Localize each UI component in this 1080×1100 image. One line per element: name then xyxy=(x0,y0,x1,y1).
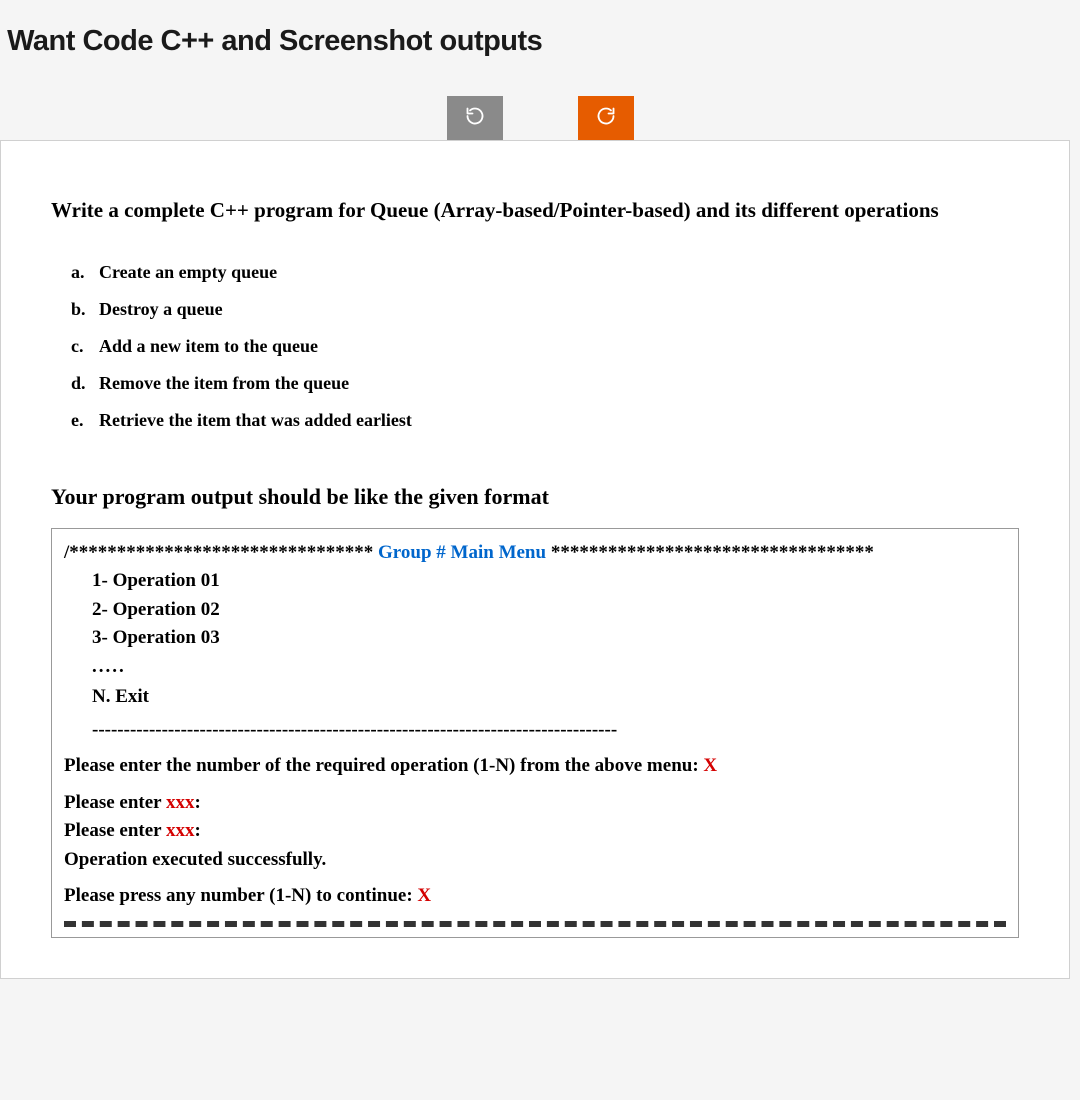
prompt-main-text: Please enter the number of the required … xyxy=(64,755,703,776)
continue-x: X xyxy=(417,885,431,906)
bottom-dash-separator xyxy=(64,921,1006,927)
list-marker: b. xyxy=(71,291,99,328)
prompt-main-x: X xyxy=(703,755,717,776)
output-box: /******************************** Group … xyxy=(51,528,1019,938)
list-marker: c. xyxy=(71,328,99,365)
list-item: c.Add a new item to the queue xyxy=(71,328,1019,365)
stars-right: ********************************** xyxy=(551,542,874,563)
operations-list: a.Create an empty queue b.Destroy a queu… xyxy=(71,254,1019,438)
list-item: d.Remove the item from the queue xyxy=(71,365,1019,402)
enter-post: : xyxy=(195,792,201,813)
list-item: a.Create an empty queue xyxy=(71,254,1019,291)
enter-pre: Please enter xyxy=(64,792,166,813)
dash-separator: ----------------------------------------… xyxy=(92,716,1006,745)
list-item: b.Destroy a queue xyxy=(71,291,1019,328)
enter-post: : xyxy=(195,820,201,841)
redo-icon xyxy=(596,106,616,131)
enter-line-2: Please enter xxx: xyxy=(64,817,1006,846)
output-format-heading: Your program output should be like the g… xyxy=(51,484,1019,510)
exit-line: N. Exit xyxy=(92,683,1006,712)
menu-item: 1- Operation 01 xyxy=(92,567,1006,596)
list-marker: e. xyxy=(71,402,99,439)
list-item-label: Destroy a queue xyxy=(99,299,223,319)
success-line: Operation executed successfully. xyxy=(64,846,1006,875)
enter-line-1: Please enter xxx: xyxy=(64,789,1006,818)
instruction-text: Write a complete C++ program for Queue (… xyxy=(51,196,1019,224)
menu-header-line: /******************************** Group … xyxy=(64,539,1006,568)
prompt-main: Please enter the number of the required … xyxy=(64,752,1006,781)
list-item-label: Create an empty queue xyxy=(99,262,277,282)
continue-pre: Please press any number (1-N) to continu… xyxy=(64,885,417,906)
list-item-label: Add a new item to the queue xyxy=(99,336,318,356)
enter-pre: Please enter xyxy=(64,820,166,841)
stars-left: /******************************** xyxy=(64,542,373,563)
menu-item: 3- Operation 03 xyxy=(92,624,1006,653)
list-item-label: Retrieve the item that was added earlies… xyxy=(99,410,412,430)
menu-title: Group # Main Menu xyxy=(373,542,551,563)
list-marker: d. xyxy=(71,365,99,402)
undo-icon xyxy=(465,106,485,131)
undo-button[interactable] xyxy=(447,96,503,140)
menu-item: 2- Operation 02 xyxy=(92,596,1006,625)
page-title: I Want Code C++ and Screenshot outputs xyxy=(0,0,1080,78)
enter-xxx: xxx xyxy=(166,792,195,813)
list-marker: a. xyxy=(71,254,99,291)
list-item: e.Retrieve the item that was added earli… xyxy=(71,402,1019,439)
redo-button[interactable] xyxy=(578,96,634,140)
continue-line: Please press any number (1-N) to continu… xyxy=(64,882,1006,911)
toolbar xyxy=(0,78,1080,140)
content-card: Write a complete C++ program for Queue (… xyxy=(0,140,1070,979)
list-item-label: Remove the item from the queue xyxy=(99,373,349,393)
ellipsis-dots: ..... xyxy=(92,653,1006,682)
enter-xxx: xxx xyxy=(166,820,195,841)
